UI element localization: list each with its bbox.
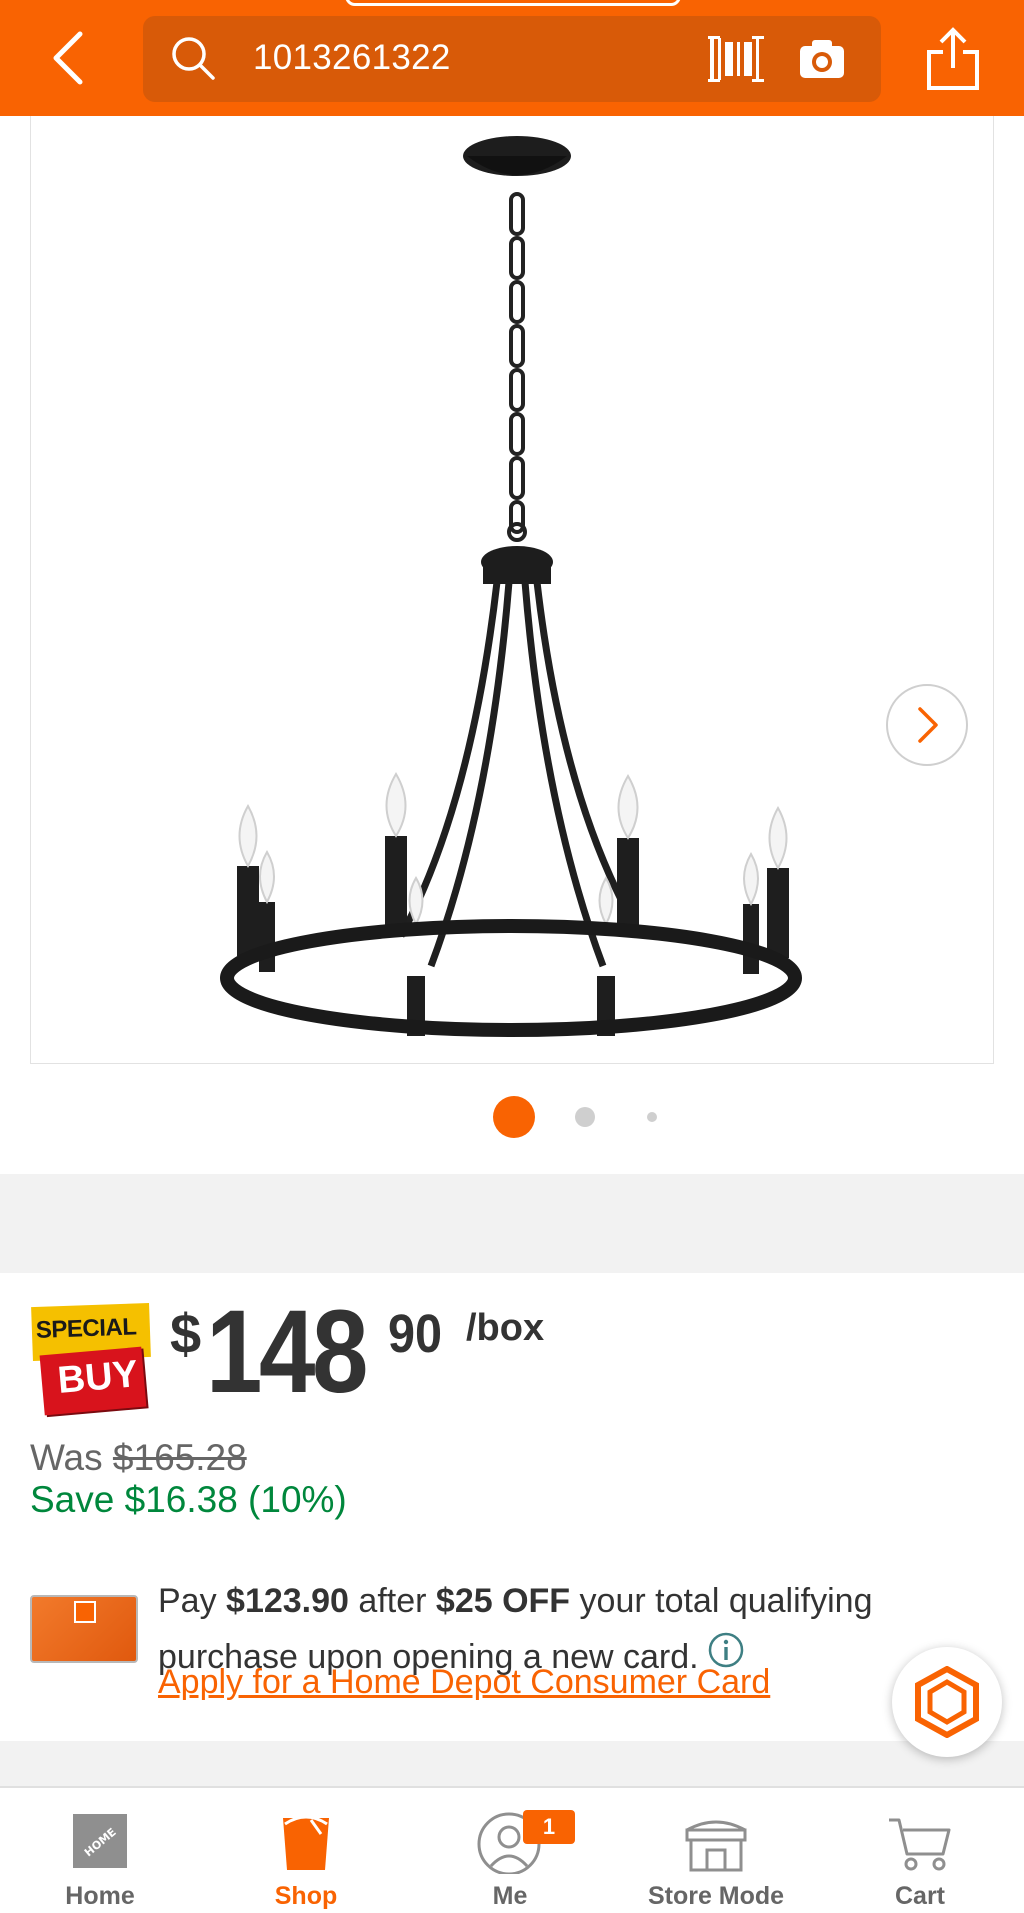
was-price-line: Was $165.28 [30, 1437, 247, 1479]
pagination-dot[interactable] [647, 1112, 657, 1122]
promo-discount: $25 OFF [435, 1582, 571, 1620]
camera-icon[interactable] [798, 36, 846, 82]
was-price: $165.28 [112, 1437, 247, 1478]
badge-special-text: SPECIAL [35, 1313, 137, 1344]
pagination-dot[interactable] [575, 1107, 595, 1127]
nav-home[interactable]: HOME Home [52, 1788, 148, 1913]
nav-label-cart: Cart [894, 1882, 945, 1910]
nav-label-me: Me [492, 1882, 528, 1910]
product-image[interactable] [30, 116, 994, 1064]
barcode-icon[interactable] [708, 36, 764, 82]
user-icon: 1 [475, 1810, 575, 1876]
chevron-right-icon [918, 707, 938, 743]
special-buy-badge: SPECIAL BUY [31, 1302, 152, 1416]
nav-label-home: Home [65, 1882, 135, 1910]
search-input[interactable]: 1013261322 [253, 38, 451, 78]
back-arrow-icon [53, 31, 83, 85]
savings-text: Save $16.38 (10%) [30, 1479, 347, 1520]
cart-icon [885, 1810, 955, 1874]
price-cents: 90 [388, 1304, 443, 1364]
chat-assistant-button[interactable] [892, 1647, 1002, 1757]
share-button[interactable] [925, 26, 981, 92]
price-whole: 148 [206, 1286, 368, 1418]
pricing-section: SPECIAL BUY $ 148 90 /box Was $165.28 Sa… [0, 1273, 1024, 1757]
was-label: Was [30, 1437, 103, 1478]
notification-badge: 1 [523, 1810, 575, 1844]
badge-buy-text: BUY [56, 1353, 140, 1402]
share-icon [927, 27, 979, 90]
nav-label-shop: Shop [274, 1882, 338, 1910]
back-button[interactable] [40, 26, 96, 90]
next-image-button[interactable] [886, 684, 968, 766]
bucket-icon [271, 1810, 341, 1874]
chandelier-image [220, 136, 802, 1037]
product-image-gallery [0, 116, 1024, 1174]
nav-shop[interactable]: Shop [258, 1788, 354, 1913]
status-pill [345, 0, 681, 6]
hexagon-assistant-icon [915, 1666, 979, 1738]
nav-label-store-mode: Store Mode [647, 1882, 785, 1910]
bottom-navigation: HOME Home Shop 1 Me Store Mode Cart [0, 1786, 1024, 1913]
store-icon [681, 1810, 751, 1874]
search-icon [172, 37, 215, 80]
promo-amount: $123.90 [226, 1582, 349, 1620]
home-depot-logo-icon: HOME [65, 1810, 135, 1874]
pagination-dot-active[interactable] [493, 1096, 535, 1138]
nav-me[interactable]: 1 Me [462, 1788, 575, 1913]
home-depot-logo-icon [74, 1601, 96, 1623]
search-bar[interactable]: 1013261322 [143, 16, 881, 102]
nav-store-mode[interactable]: Store Mode [636, 1788, 796, 1913]
price-unit: /box [466, 1307, 545, 1349]
top-app-bar: 1013261322 [0, 0, 1024, 116]
apply-card-link[interactable]: Apply for a Home Depot Consumer Card [158, 1663, 770, 1702]
credit-card-image [30, 1595, 138, 1663]
nav-cart[interactable]: Cart [872, 1788, 968, 1913]
price-currency: $ [170, 1302, 202, 1365]
image-pagination-dots [0, 1096, 1024, 1140]
